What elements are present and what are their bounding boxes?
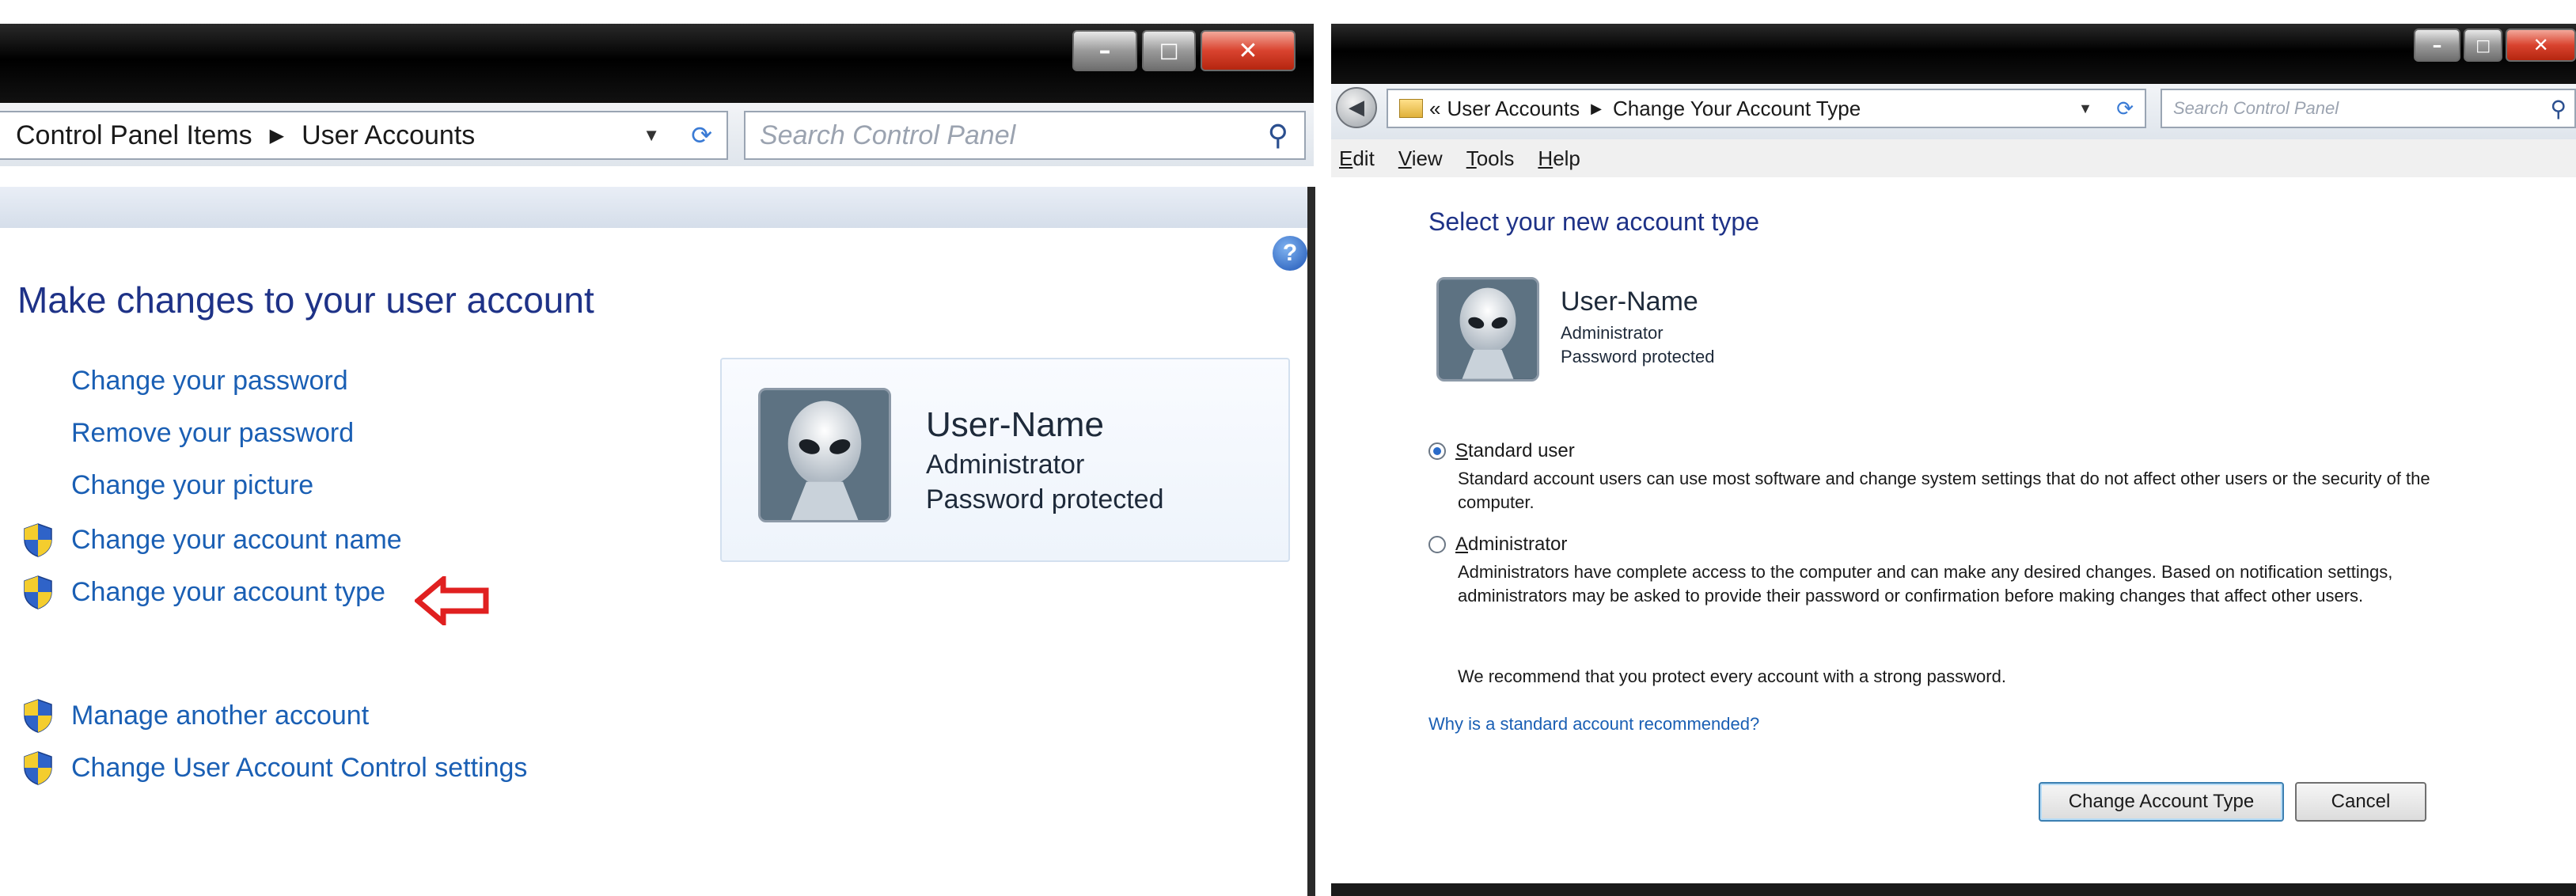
radio-label: tandard user [1468,440,1575,461]
left-breadcrumb[interactable]: Control Panel Items ▶ User Accounts ▼ ⟳ [0,111,728,160]
menu-label: iew [1411,146,1443,170]
page-title: Make changes to your user account [17,279,594,321]
radio-label: dministrator [1468,533,1568,555]
menu-mnemonic: V [1398,146,1412,170]
radio-standard-user[interactable]: Standard user [1428,440,1575,462]
task-change-account-type[interactable]: Change your account type [22,575,385,609]
right-search-input[interactable] [2173,98,2574,119]
task-change-uac-settings[interactable]: Change User Account Control settings [22,750,527,785]
user-password-status: Password protected [1561,347,1715,366]
uac-shield-icon [22,750,54,785]
task-label[interactable]: Change your password [71,366,348,397]
menu-label: ools [1476,146,1515,170]
right-window-bottom-edge [1331,883,2576,896]
menu-mnemonic: E [1339,146,1353,170]
change-account-type-button[interactable]: Change Account Type [2039,782,2284,822]
left-toolbar-stripe [0,187,1314,228]
user-account-card: User-Name Administrator Password protect… [720,358,1290,562]
breadcrumb-separator-icon[interactable]: ▶ [1591,101,1602,117]
avatar [758,388,891,522]
password-recommendation: We recommend that you protect every acco… [1458,666,2006,686]
search-icon[interactable]: ⚲ [2550,96,2567,122]
menu-view[interactable]: View [1398,146,1443,171]
breadcrumb-item-user-accounts[interactable]: User Accounts [302,120,475,151]
uac-shield-icon [22,698,54,733]
task-label[interactable]: Change User Account Control settings [71,753,527,784]
radio-mnemonic: S [1455,440,1469,461]
user-password-status: Password protected [926,484,1164,514]
right-window-controls: – □ ✕ [2414,28,2576,62]
why-standard-account-link[interactable]: Why is a standard account recommended? [1428,714,1759,735]
task-remove-password[interactable]: Remove your password [71,418,354,449]
address-dropdown-icon[interactable]: ▼ [2078,101,2092,117]
task-manage-another-account[interactable]: Manage another account [22,698,369,733]
task-change-account-name[interactable]: Change your account name [22,522,402,557]
menu-help[interactable]: Help [1538,146,1580,171]
minimize-button[interactable]: – [1072,30,1137,71]
user-role: Administrator [1561,323,1664,343]
uac-shield-icon [22,575,54,609]
page-title: Select your new account type [1428,207,1760,236]
help-icon[interactable]: ? [1273,236,1307,271]
left-window-controls: – □ ✕ [1072,30,1302,71]
right-breadcrumb[interactable]: « User Accounts ▶ Change Your Account Ty… [1387,89,2146,128]
menu-mnemonic: T [1466,146,1477,170]
search-icon[interactable]: ⚲ [1268,119,1288,152]
standard-user-description: Standard account users can use most soft… [1458,469,2430,512]
back-arrow-icon[interactable]: ◀ [1336,87,1377,128]
task-label[interactable]: Remove your password [71,418,354,449]
breadcrumb-separator-icon[interactable]: ▶ [270,124,284,147]
menu-bar: Edit View Tools Help [1331,139,2576,177]
task-label[interactable]: Change your account name [71,525,402,556]
menu-label: elp [1553,146,1580,170]
left-search-input[interactable] [760,120,1304,151]
radio-button[interactable] [1428,536,1446,553]
administrator-description: Administrators have complete access to t… [1458,562,2393,606]
radio-button-selected[interactable] [1428,442,1446,460]
task-change-password[interactable]: Change your password [71,366,348,397]
close-button[interactable]: ✕ [1201,30,1296,71]
annotation-arrow-icon [415,576,489,625]
refresh-icon[interactable]: ⟳ [2116,97,2134,121]
breadcrumb-item-control-panel-items[interactable]: Control Panel Items [16,120,252,151]
breadcrumb-item-user-accounts[interactable]: User Accounts [1447,97,1580,121]
menu-edit[interactable]: Edit [1339,146,1375,171]
uac-shield-icon [22,522,54,557]
user-role: Administrator [926,450,1085,480]
breadcrumb-item-change-account-type[interactable]: Change Your Account Type [1613,97,1861,121]
menu-tools[interactable]: Tools [1466,146,1515,171]
radio-administrator[interactable]: Administrator [1428,533,1567,556]
maximize-button[interactable]: □ [1142,30,1196,71]
task-label[interactable]: Change your picture [71,470,313,501]
right-window-titlebar [1331,24,2576,84]
right-search-field[interactable]: ⚲ [2161,89,2576,128]
cancel-button[interactable]: Cancel [2295,782,2426,822]
screenshot-divider [1315,24,1331,896]
avatar [1436,277,1539,382]
close-button[interactable]: ✕ [2506,28,2576,62]
task-change-picture[interactable]: Change your picture [71,470,313,501]
minimize-button[interactable]: – [2414,28,2461,62]
menu-mnemonic: H [1538,146,1554,170]
user-name: User-Name [1561,287,1698,317]
task-label[interactable]: Manage another account [71,700,369,731]
left-search-field[interactable]: ⚲ [744,111,1306,160]
folder-icon [1399,99,1423,118]
address-dropdown-icon[interactable]: ▼ [643,125,660,146]
menu-label: dit [1352,146,1375,170]
radio-mnemonic: A [1455,533,1469,555]
breadcrumb-overflow[interactable]: « [1429,97,1440,121]
maximize-button[interactable]: □ [2464,28,2503,62]
refresh-icon[interactable]: ⟳ [691,120,712,150]
user-name: User-Name [926,405,1104,444]
task-label[interactable]: Change your account type [71,577,385,608]
